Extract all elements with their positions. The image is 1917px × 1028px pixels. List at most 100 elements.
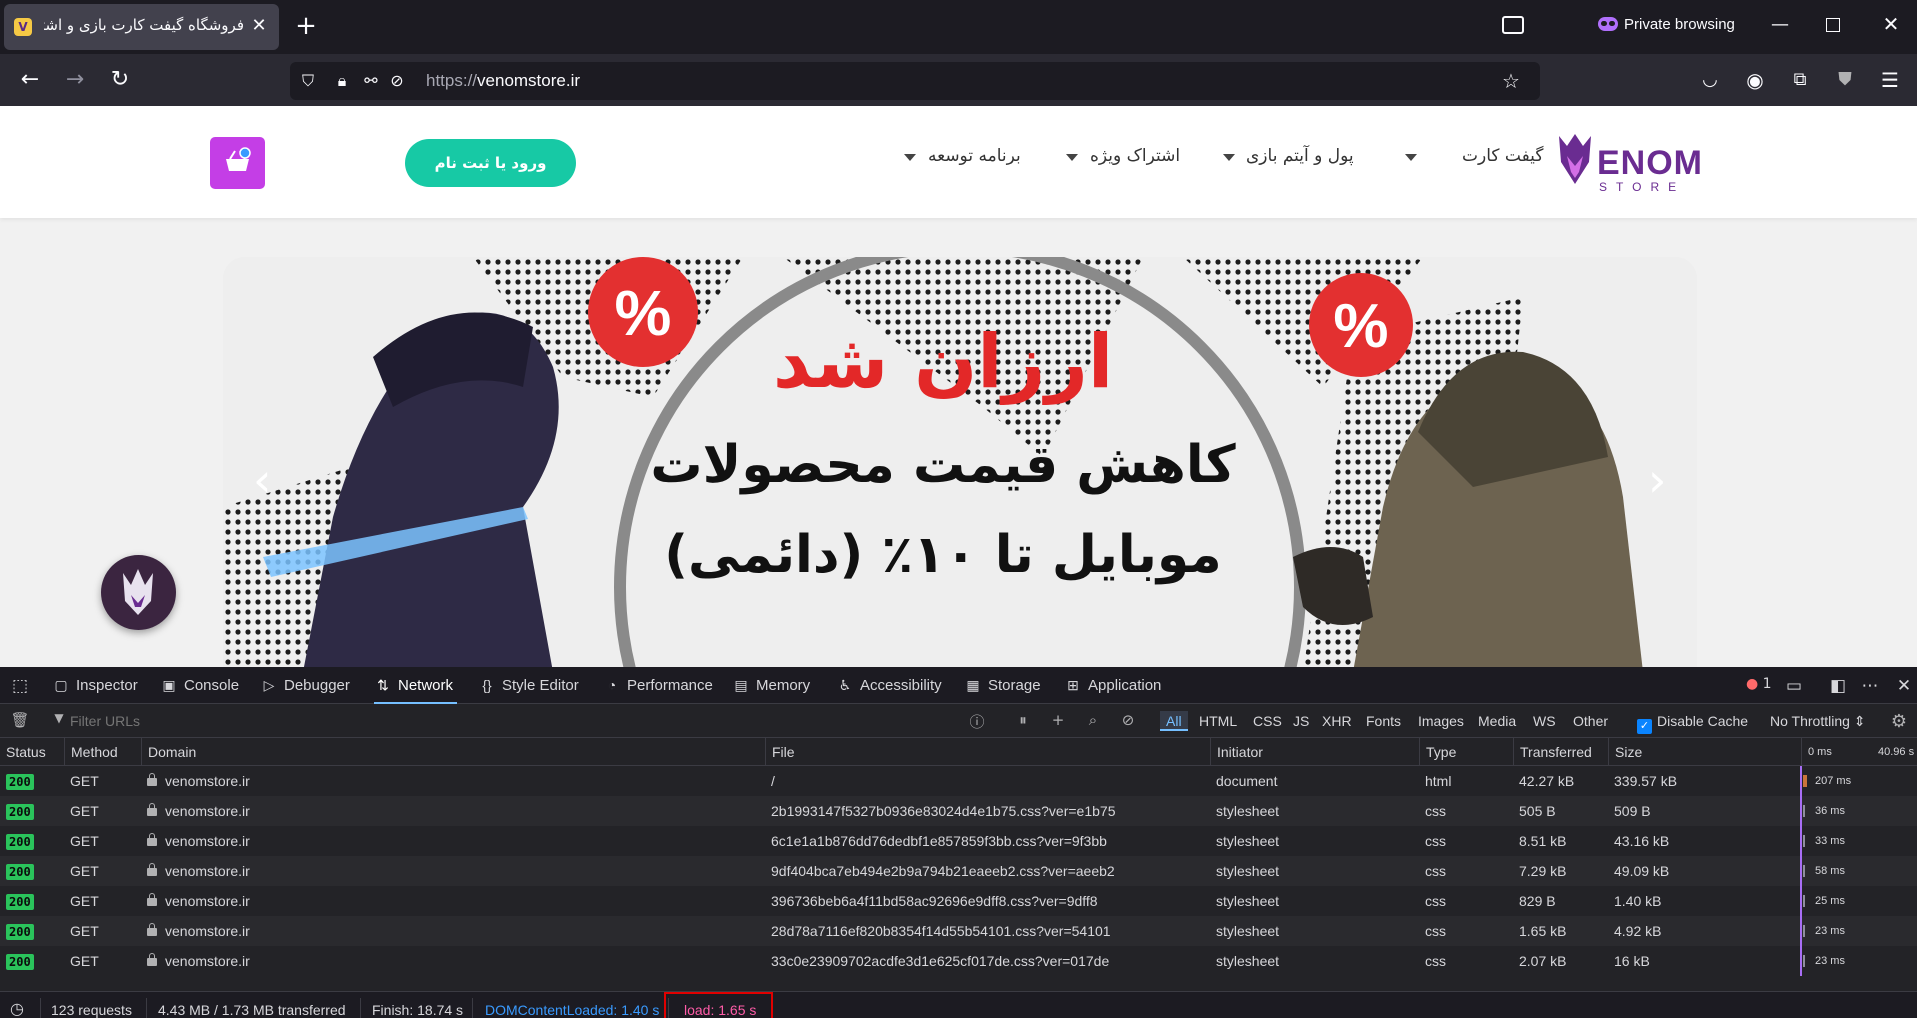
error-count-badge[interactable]: ● 1 xyxy=(1746,676,1772,692)
tab-application[interactable]: ⊞ Application xyxy=(1064,667,1161,704)
extensions-icon[interactable]: ⧉ xyxy=(1785,66,1815,94)
column-file[interactable]: File xyxy=(765,738,1210,766)
cell-status: 200 xyxy=(0,916,64,946)
column-status[interactable]: Status xyxy=(0,738,64,766)
filter-other[interactable]: Other xyxy=(1573,711,1608,731)
table-row[interactable]: 200 GET venomstore.ir 396736beb6a4f11bd58ac… xyxy=(0,886,1917,916)
cell-domain: venomstore.ir xyxy=(141,796,765,826)
filter-ws[interactable]: WS xyxy=(1533,711,1556,731)
login-register-button[interactable]: ورود یا ثبت نام xyxy=(405,139,576,187)
table-row[interactable]: 200 GET venomstore.ir 33c0e23909702acdfe3d1… xyxy=(0,946,1917,976)
tab-inspector[interactable]: ▢ Inspector xyxy=(52,667,137,704)
tab-console[interactable]: ▣ Console xyxy=(160,667,239,704)
tab-style-editor[interactable]: {} Style Editor xyxy=(478,667,578,704)
pause-icon[interactable]: ⏸︎ xyxy=(1012,711,1034,729)
tab-performance[interactable]: ◔ Performance xyxy=(603,667,713,704)
add-request-icon[interactable]: + xyxy=(1047,711,1069,729)
table-row[interactable]: 200 GET venomstore.ir 28d78a7116ef820b8354f… xyxy=(0,916,1917,946)
menu-game-currency[interactable]: پول و آیتم بازی xyxy=(1246,146,1354,172)
reload-button[interactable]: ↻ xyxy=(105,66,135,94)
new-tab-button[interactable]: + xyxy=(292,12,320,40)
address-bar[interactable]: ⛉ 🔒︎ ⚯ ⊘ https://venomstore.ir ☆ xyxy=(290,62,1540,100)
settings-gear-icon[interactable]: ⚙ xyxy=(1888,711,1910,732)
carousel-next-arrow-icon[interactable]: › xyxy=(1648,457,1666,503)
status-badge: 200 xyxy=(6,804,34,820)
back-button[interactable]: ← xyxy=(15,66,45,94)
filter-css[interactable]: CSS xyxy=(1253,711,1282,731)
dock-side-icon[interactable]: ◧ xyxy=(1826,676,1850,696)
filter-images[interactable]: Images xyxy=(1418,711,1464,731)
filter-media[interactable]: Media xyxy=(1478,711,1516,731)
disable-cache-label: Disable Cache xyxy=(1657,713,1749,729)
throttling-select[interactable]: No Throttling ⇕ xyxy=(1770,711,1866,731)
ublock-shield-icon[interactable]: ⛊ xyxy=(1830,66,1860,94)
pocket-icon[interactable]: ◡ xyxy=(1695,66,1725,94)
permissions-icon[interactable]: ⚯ xyxy=(360,70,382,92)
table-row[interactable]: 200 GET venomstore.ir 2b1993147f5327b0936e8… xyxy=(0,796,1917,826)
responsive-design-icon[interactable]: ▭ xyxy=(1782,676,1806,696)
tab-storage[interactable]: ▦ Storage xyxy=(964,667,1040,704)
forward-button[interactable]: → xyxy=(60,66,90,94)
account-icon[interactable]: ◉ xyxy=(1740,66,1770,94)
cell-size: 509 B xyxy=(1614,803,1651,819)
block-icon[interactable]: ⊘ xyxy=(1117,711,1139,729)
close-tab-icon[interactable]: ✕ xyxy=(249,16,269,36)
tab-debugger[interactable]: ▷ Debugger xyxy=(260,667,350,704)
close-devtools-icon[interactable]: ✕ xyxy=(1892,676,1916,696)
navigation-toolbar: ← → ↻ ⛉ 🔒︎ ⚯ ⊘ https://venomstore.ir ☆ ◡… xyxy=(0,54,1917,106)
more-options-icon[interactable]: ⋯ xyxy=(1858,676,1882,696)
close-window-button[interactable]: ✕ xyxy=(1880,12,1902,36)
browser-tab[interactable]: V فروشگاه گیفت کارت بازی و اشتراک ✕ xyxy=(4,4,279,50)
column-method[interactable]: Method xyxy=(64,738,141,766)
column-domain[interactable]: Domain xyxy=(141,738,765,766)
timer-icon[interactable]: ◷ xyxy=(10,1000,24,1020)
filter-urls-input[interactable] xyxy=(70,711,370,731)
column-initiator[interactable]: Initiator xyxy=(1210,738,1419,766)
banner-headline: ارزان شد xyxy=(773,319,1113,405)
filter-all[interactable]: All xyxy=(1160,711,1188,731)
filter-html[interactable]: HTML xyxy=(1199,711,1237,731)
trash-icon[interactable]: 🗑︎ xyxy=(9,711,31,729)
restore-button[interactable] xyxy=(1826,18,1840,32)
help-icon[interactable]: ⓘ xyxy=(966,711,988,732)
column-transferred[interactable]: Transferred xyxy=(1513,738,1608,766)
element-picker-icon[interactable]: ⬚ xyxy=(8,676,32,696)
minimize-button[interactable]: — xyxy=(1770,14,1790,35)
menu-affiliate-program[interactable]: برنامه توسعه xyxy=(928,146,1021,172)
tab-accessibility[interactable]: ♿︎ Accessibility xyxy=(836,667,942,704)
filter-js[interactable]: JS xyxy=(1293,711,1309,731)
tab-network[interactable]: ⇅ Network xyxy=(374,667,458,704)
autoplay-blocked-icon[interactable]: ⊘ xyxy=(386,70,408,92)
menu-gift-card[interactable]: گیفت کارت xyxy=(1462,146,1543,172)
filter-fonts[interactable]: Fonts xyxy=(1366,711,1401,731)
floating-support-avatar[interactable] xyxy=(101,555,176,630)
error-icon: ● xyxy=(1746,676,1759,692)
table-row[interactable]: 200 GET venomstore.ir 6c1e1a1b876dd76dedbf1… xyxy=(0,826,1917,856)
cell-type: css xyxy=(1425,833,1446,849)
request-count: 123 requests xyxy=(51,1002,132,1018)
lock-icon xyxy=(147,773,157,786)
url-text[interactable]: https://venomstore.ir xyxy=(426,71,580,91)
cell-initiator: stylesheet xyxy=(1216,833,1280,849)
carousel-prev-arrow-icon[interactable]: ‹ xyxy=(253,457,271,503)
filter-xhr[interactable]: XHR xyxy=(1322,711,1352,731)
menu-premium-subscription[interactable]: اشتراک ویژه xyxy=(1090,146,1180,172)
private-browsing-label: Private browsing xyxy=(1624,16,1735,33)
cell-method: GET xyxy=(70,893,99,909)
column-type[interactable]: Type xyxy=(1419,738,1513,766)
tracking-protection-shield-icon[interactable]: ⛉ xyxy=(297,70,319,92)
hero-banner[interactable]: % % ارزان شد کاهش قیمت محصولات موبایل تا… xyxy=(223,257,1697,667)
waterfall-column[interactable]: 0 ms 40.96 s xyxy=(1801,738,1917,766)
tab-memory[interactable]: ▤ Memory xyxy=(732,667,810,704)
table-row[interactable]: 200 GET venomstore.ir / document html 42.27 kB… xyxy=(0,766,1917,796)
tab-overview-icon[interactable] xyxy=(1502,16,1524,34)
cart-button[interactable] xyxy=(210,137,265,189)
lock-icon[interactable]: 🔒︎ xyxy=(331,70,353,92)
app-menu-icon[interactable]: ☰ xyxy=(1875,66,1905,94)
search-icon[interactable]: ⌕ xyxy=(1082,711,1104,729)
table-row[interactable]: 200 GET venomstore.ir 9df404bca7eb494e2b9a7… xyxy=(0,856,1917,886)
disable-cache-checkbox[interactable]: ✓ Disable Cache xyxy=(1637,711,1749,734)
column-size[interactable]: Size xyxy=(1608,738,1801,766)
venom-store-logo[interactable]: ENOM STORE xyxy=(1555,126,1705,196)
bookmark-star-icon[interactable]: ☆ xyxy=(1500,70,1522,92)
